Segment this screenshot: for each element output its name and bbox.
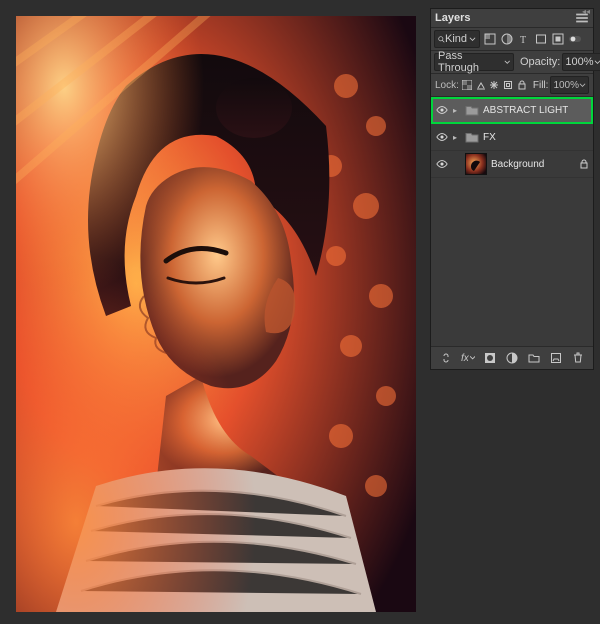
fill-value: 100% — [553, 80, 579, 91]
fill-label: Fill: — [533, 80, 549, 91]
lock-transparent-icon[interactable] — [462, 79, 473, 91]
filter-kind-dropdown[interactable]: Kind — [434, 30, 480, 48]
chevron-down-icon — [594, 59, 600, 66]
delete-layer-icon[interactable] — [571, 351, 585, 365]
panel-collapse-icon[interactable]: ◂◂ — [582, 7, 590, 16]
panel-bottom-bar: fx — [431, 346, 593, 369]
panel-title: Layers — [435, 12, 470, 24]
layer-name[interactable]: FX — [483, 132, 496, 143]
layer-list[interactable]: ▸ ABSTRACT LIGHT ▸ FX Background — [431, 97, 593, 346]
blend-mode-dropdown[interactable]: Pass Through — [434, 53, 514, 71]
fill-control[interactable]: Fill: 100% — [533, 76, 589, 94]
artwork-preview — [16, 16, 416, 612]
layer-fx-icon[interactable]: fx — [461, 351, 475, 365]
layer-filter-row: Kind T — [431, 28, 593, 51]
opacity-label: Opacity: — [520, 56, 560, 68]
disclosure-chevron-icon[interactable]: ▸ — [453, 133, 461, 142]
layer-name[interactable]: ABSTRACT LIGHT — [483, 105, 568, 116]
lock-artboard-icon[interactable] — [503, 79, 514, 91]
layer-row-background[interactable]: Background — [431, 151, 593, 178]
panel-titlebar: Layers — [431, 9, 593, 28]
filter-shape-icon[interactable] — [534, 32, 548, 46]
blend-mode-value: Pass Through — [438, 50, 504, 74]
lock-position-icon[interactable] — [489, 79, 500, 91]
layer-thumbnail[interactable] — [465, 153, 487, 175]
new-group-icon[interactable] — [527, 351, 541, 365]
new-layer-icon[interactable] — [549, 351, 563, 365]
filter-kind-label: Kind — [445, 33, 469, 45]
document-canvas[interactable] — [16, 16, 416, 612]
filter-pixel-icon[interactable] — [483, 32, 497, 46]
blend-opacity-row: Pass Through Opacity: 100% — [431, 51, 593, 74]
filter-adjustment-icon[interactable] — [500, 32, 514, 46]
lock-image-icon[interactable] — [476, 79, 487, 91]
new-adjustment-icon[interactable] — [505, 351, 519, 365]
svg-text:T: T — [520, 35, 526, 45]
link-layers-icon[interactable] — [439, 351, 453, 365]
chevron-down-icon — [579, 82, 586, 89]
chevron-down-icon — [504, 59, 511, 66]
visibility-eye-icon[interactable] — [435, 130, 449, 144]
lock-all-icon[interactable] — [516, 79, 527, 91]
lock-label: Lock: — [435, 80, 459, 91]
app-workspace: ◂◂ Layers Kind T Pass Through — [0, 0, 600, 624]
folder-icon — [465, 131, 479, 143]
chevron-down-icon — [469, 36, 476, 43]
filter-toggle-icon[interactable] — [568, 32, 582, 46]
lock-icon[interactable] — [579, 159, 589, 169]
filter-smart-icon[interactable] — [551, 32, 565, 46]
add-mask-icon[interactable] — [483, 351, 497, 365]
layer-name[interactable]: Background — [491, 159, 544, 170]
layer-row-fx[interactable]: ▸ FX — [431, 124, 593, 151]
search-icon — [438, 36, 445, 43]
disclosure-chevron-icon[interactable]: ▸ — [453, 106, 461, 115]
opacity-control[interactable]: Opacity: 100% — [520, 53, 600, 71]
visibility-eye-icon[interactable] — [435, 157, 449, 171]
opacity-value: 100% — [565, 56, 593, 68]
folder-icon — [465, 104, 479, 116]
visibility-eye-icon[interactable] — [435, 103, 449, 117]
layer-row-abstract-light[interactable]: ▸ ABSTRACT LIGHT — [431, 97, 593, 124]
layers-panel: ◂◂ Layers Kind T Pass Through — [430, 8, 594, 370]
lock-fill-row: Lock: Fill: 100% — [431, 74, 593, 97]
filter-type-icon[interactable]: T — [517, 32, 531, 46]
